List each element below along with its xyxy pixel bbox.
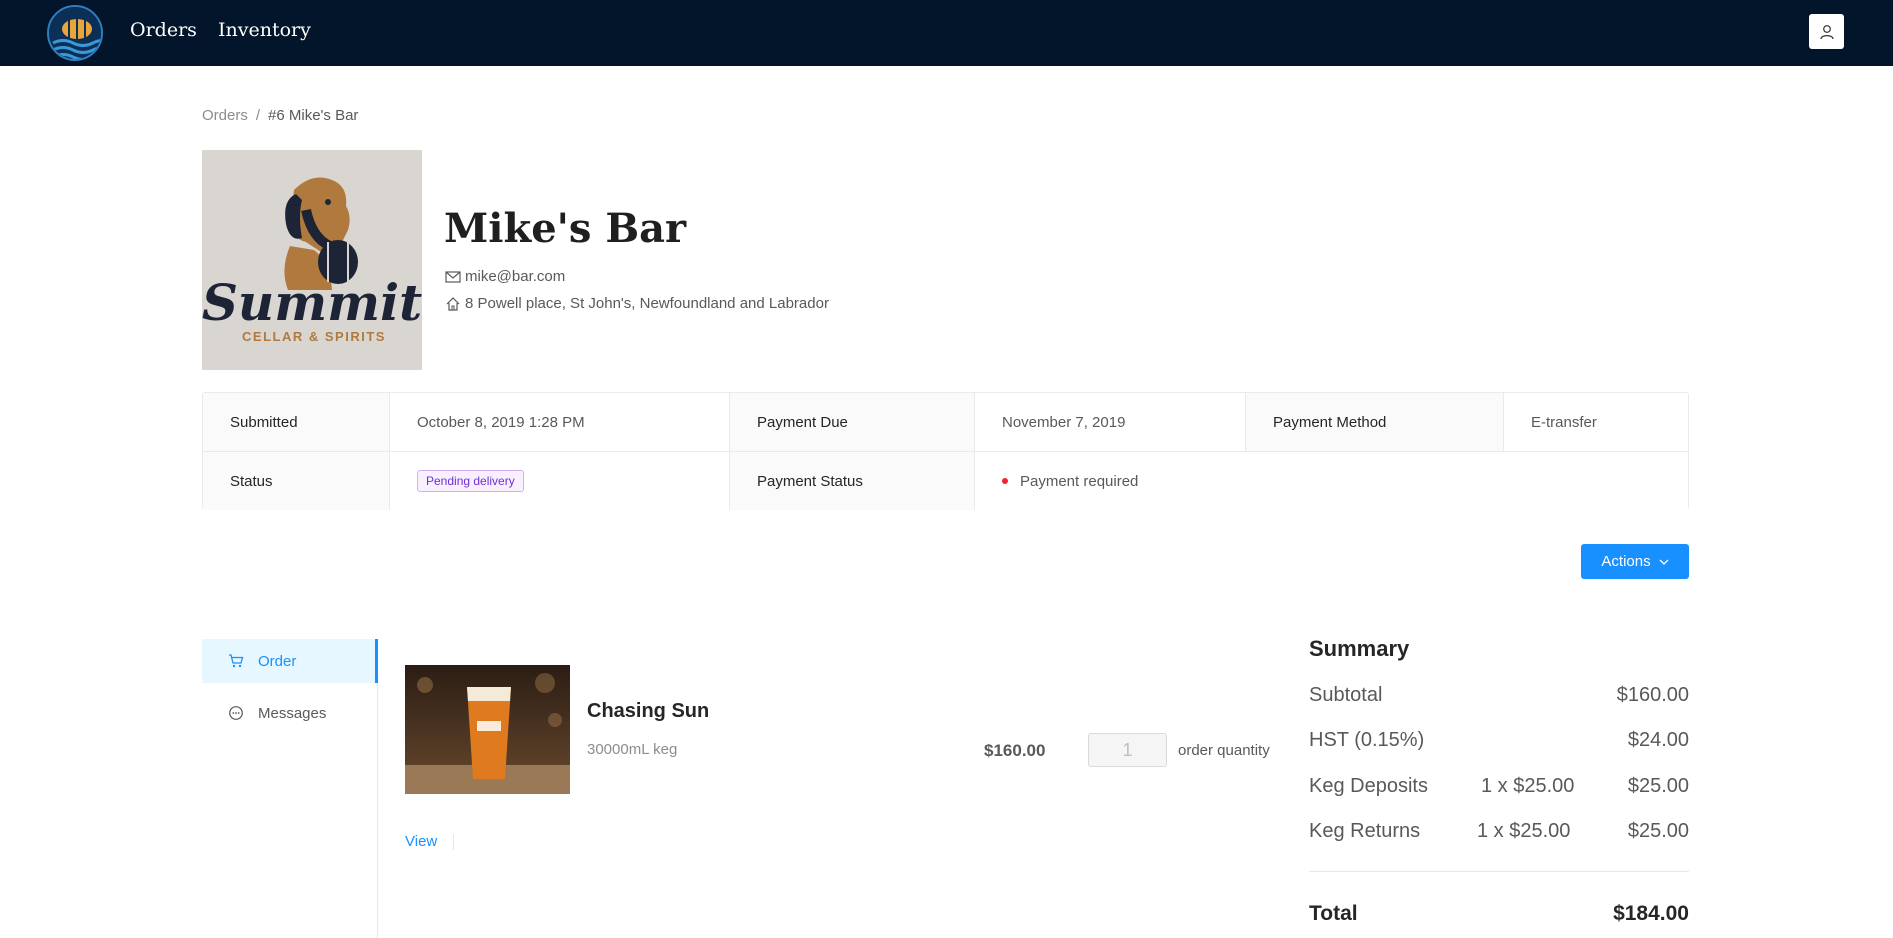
message-icon bbox=[229, 706, 243, 720]
product-size: 30000mL keg bbox=[587, 741, 678, 758]
returns-detail: 1 x $25.00 bbox=[1477, 820, 1571, 842]
side-menu: Order Messages bbox=[202, 639, 378, 938]
customer-logo-image: Summit CELLAR & SPIRITS bbox=[202, 150, 422, 370]
top-navbar: Orders Inventory bbox=[0, 0, 1893, 66]
breadcrumb-current: #6 Mike's Bar bbox=[268, 107, 359, 124]
payment-method-label: Payment Method bbox=[1245, 393, 1503, 451]
summit-logo-icon: Summit CELLAR & SPIRITS bbox=[202, 150, 422, 370]
customer-address: 8 Powell place, St John's, Newfoundland … bbox=[465, 295, 829, 312]
payment-status-label: Payment Status bbox=[729, 452, 974, 510]
subtotal-value: $160.00 bbox=[1616, 684, 1689, 706]
submitted-label: Submitted bbox=[203, 393, 389, 451]
payment-method-value: E-transfer bbox=[1503, 393, 1688, 451]
cart-icon bbox=[229, 654, 244, 668]
payment-status-dot bbox=[1002, 478, 1008, 484]
quantity-label: order quantity bbox=[1178, 742, 1270, 759]
customer-address-line: 8 Powell place, St John's, Newfoundland … bbox=[445, 295, 829, 312]
actions-dropdown-button[interactable]: Actions bbox=[1581, 544, 1689, 579]
hst-value: $24.00 bbox=[1627, 729, 1689, 751]
deposits-detail: 1 x $25.00 bbox=[1481, 775, 1575, 797]
payment-status-value: Payment required bbox=[1020, 472, 1139, 490]
breadcrumb: Orders / #6 Mike's Bar bbox=[202, 107, 358, 124]
deposits-label: Keg Deposits bbox=[1309, 775, 1428, 797]
chevron-down-icon bbox=[1659, 559, 1669, 565]
hst-label: HST (0.15%) bbox=[1309, 729, 1425, 751]
quantity-input[interactable] bbox=[1088, 733, 1167, 767]
payment-due-label: Payment Due bbox=[729, 393, 974, 451]
logo-subtitle: CELLAR & SPIRITS bbox=[242, 329, 386, 344]
user-icon bbox=[1819, 24, 1834, 39]
customer-name: Mike's Bar bbox=[444, 205, 687, 252]
total-value: $184.00 bbox=[1613, 902, 1689, 925]
menu-item-order-label: Order bbox=[258, 652, 297, 670]
deposits-value: $25.00 bbox=[1627, 775, 1689, 797]
returns-value: $25.00 bbox=[1627, 820, 1689, 842]
summary-title: Summary bbox=[1309, 636, 1410, 661]
nav-inventory-link[interactable]: Inventory bbox=[218, 19, 311, 41]
home-icon bbox=[446, 296, 460, 311]
subtotal-label: Subtotal bbox=[1309, 684, 1383, 706]
payment-status-cell: Payment required bbox=[974, 452, 1688, 510]
breadcrumb-separator: / bbox=[255, 107, 261, 124]
status-label: Status bbox=[203, 452, 389, 510]
menu-item-messages-label: Messages bbox=[258, 704, 327, 722]
mail-icon bbox=[445, 270, 461, 283]
submitted-value: October 8, 2019 1:28 PM bbox=[389, 393, 729, 451]
view-product-link[interactable]: View bbox=[405, 833, 437, 850]
payment-due-value: November 7, 2019 bbox=[974, 393, 1245, 451]
product-name: Chasing Sun bbox=[587, 700, 710, 722]
actions-label: Actions bbox=[1601, 553, 1651, 570]
menu-item-messages[interactable]: Messages bbox=[202, 691, 378, 735]
beer-glass-icon bbox=[405, 665, 570, 794]
customer-email-line: mike@bar.com bbox=[445, 268, 565, 285]
product-price: $160.00 bbox=[984, 741, 1046, 760]
breadcrumb-orders-link[interactable]: Orders bbox=[202, 107, 248, 124]
summary-divider bbox=[1309, 871, 1689, 872]
logo-word: Summit bbox=[202, 273, 422, 332]
product-image[interactable] bbox=[405, 665, 570, 794]
app-logo[interactable] bbox=[47, 5, 103, 61]
menu-item-order[interactable]: Order bbox=[202, 639, 378, 683]
summary-total-row: Total $184.00 bbox=[1309, 902, 1689, 926]
nav-orders-link[interactable]: Orders bbox=[130, 19, 197, 41]
total-label: Total bbox=[1309, 902, 1358, 925]
info-row: Status Pending delivery Payment Status P… bbox=[203, 452, 1688, 510]
info-row: Submitted October 8, 2019 1:28 PM Paymen… bbox=[203, 393, 1688, 452]
customer-email: mike@bar.com bbox=[465, 268, 566, 285]
status-cell: Pending delivery bbox=[389, 452, 729, 510]
status-badge: Pending delivery bbox=[417, 470, 524, 492]
logo-icon bbox=[49, 7, 101, 59]
order-info-table: Submitted October 8, 2019 1:28 PM Paymen… bbox=[202, 392, 1689, 510]
user-menu-button[interactable] bbox=[1809, 14, 1844, 49]
view-divider bbox=[453, 834, 454, 850]
returns-label: Keg Returns bbox=[1309, 820, 1421, 842]
